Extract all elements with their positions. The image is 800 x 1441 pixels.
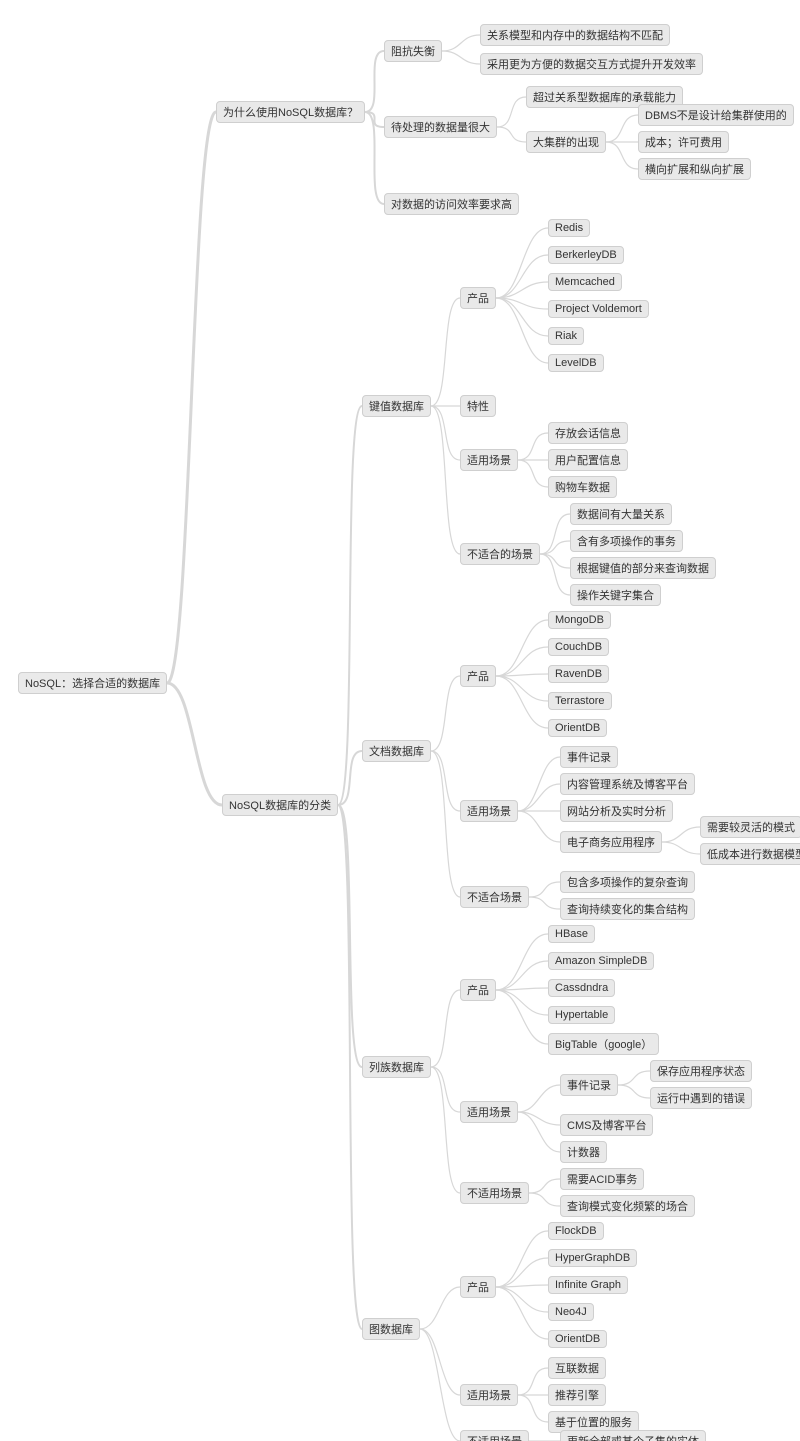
node-connected-data[interactable]: 互联数据 — [548, 1357, 606, 1379]
node-low-cost-model[interactable]: 低成本进行数据模型 — [700, 843, 800, 865]
node-kv-not-fit[interactable]: 不适合的场景 — [460, 543, 540, 565]
mindmap-canvas: NoSQL：选择合适的数据库 为什么使用NoSQL数据库？ 阻抗失衡 关系模型和… — [0, 0, 800, 1441]
node-infinite-graph[interactable]: Infinite Graph — [548, 1276, 628, 1294]
node-user-config[interactable]: 用户配置信息 — [548, 449, 628, 471]
node-impedance-mismatch[interactable]: 阻抗失衡 — [384, 40, 442, 62]
node-many-relations[interactable]: 数据间有大量关系 — [570, 503, 672, 525]
node-leveldb[interactable]: LevelDB — [548, 354, 604, 372]
node-doc-products[interactable]: 产品 — [460, 665, 496, 687]
node-doc-not-fit[interactable]: 不适合场景 — [460, 886, 529, 908]
node-kv-products[interactable]: 产品 — [460, 287, 496, 309]
node-kv-traits[interactable]: 特性 — [460, 395, 496, 417]
node-orientdb-doc[interactable]: OrientDB — [548, 719, 607, 737]
node-graph-products[interactable]: 产品 — [460, 1276, 496, 1298]
node-terrastore[interactable]: Terrastore — [548, 692, 612, 710]
node-neo4j[interactable]: Neo4J — [548, 1303, 594, 1321]
node-col-usecases[interactable]: 适用场景 — [460, 1101, 518, 1123]
node-key-set-ops[interactable]: 操作关键字集合 — [570, 584, 661, 606]
node-flockdb[interactable]: FlockDB — [548, 1222, 604, 1240]
node-update-all-subset[interactable]: 更新全部或某个子集的实体 — [560, 1430, 706, 1441]
node-cluster[interactable]: 大集群的出现 — [526, 131, 606, 153]
node-cart-data[interactable]: 购物车数据 — [548, 476, 617, 498]
mindmap-links — [0, 0, 800, 1441]
node-orientdb-graph[interactable]: OrientDB — [548, 1330, 607, 1348]
node-hypertable[interactable]: Hypertable — [548, 1006, 615, 1024]
node-riak[interactable]: Riak — [548, 327, 584, 345]
node-nosql-categories[interactable]: NoSQL数据库的分类 — [222, 794, 338, 816]
node-hypergraphdb[interactable]: HyperGraphDB — [548, 1249, 637, 1267]
node-complex-multi-query[interactable]: 包含多项操作的复杂查询 — [560, 871, 695, 893]
node-graph-not-fit[interactable]: 不适用场景 — [460, 1430, 529, 1441]
node-large-volume[interactable]: 待处理的数据量很大 — [384, 116, 497, 138]
node-graph-usecases[interactable]: 适用场景 — [460, 1384, 518, 1406]
node-cms-blog[interactable]: 内容管理系统及博客平台 — [560, 773, 695, 795]
node-dbms-not-cluster[interactable]: DBMS不是设计给集群使用的 — [638, 104, 794, 126]
node-mongodb[interactable]: MongoDB — [548, 611, 611, 629]
node-scale-out-up[interactable]: 横向扩展和纵向扩展 — [638, 158, 751, 180]
node-berkeleydb[interactable]: BerkerleyDB — [548, 246, 624, 264]
node-runtime-errors[interactable]: 运行中遇到的错误 — [650, 1087, 752, 1109]
node-keyvalue-db[interactable]: 键值数据库 — [362, 395, 431, 417]
node-why-nosql[interactable]: 为什么使用NoSQL数据库？ — [216, 101, 365, 123]
node-kv-usecases[interactable]: 适用场景 — [460, 449, 518, 471]
node-easier-data-interaction[interactable]: 采用更为方便的数据交互方式提升开发效率 — [480, 53, 703, 75]
node-web-analytics[interactable]: 网站分析及实时分析 — [560, 800, 673, 822]
node-cassandra[interactable]: Cassdndra — [548, 979, 615, 997]
node-access-efficiency[interactable]: 对数据的访问效率要求高 — [384, 193, 519, 215]
node-couchdb[interactable]: CouchDB — [548, 638, 609, 656]
node-graph-db[interactable]: 图数据库 — [362, 1318, 420, 1340]
node-app-state[interactable]: 保存应用程序状态 — [650, 1060, 752, 1082]
node-cost-license[interactable]: 成本；许可费用 — [638, 131, 729, 153]
node-session-data[interactable]: 存放会话信息 — [548, 422, 628, 444]
node-hbase[interactable]: HBase — [548, 925, 595, 943]
node-cms-blog-col[interactable]: CMS及博客平台 — [560, 1114, 653, 1136]
node-document-db[interactable]: 文档数据库 — [362, 740, 431, 762]
node-recommend[interactable]: 推荐引擎 — [548, 1384, 606, 1406]
node-bigtable[interactable]: BigTable（google） — [548, 1033, 659, 1055]
node-col-products[interactable]: 产品 — [460, 979, 496, 1001]
node-simpledb[interactable]: Amazon SimpleDB — [548, 952, 654, 970]
node-doc-usecases[interactable]: 适用场景 — [460, 800, 518, 822]
node-need-acid[interactable]: 需要ACID事务 — [560, 1168, 644, 1190]
node-flexible-schema[interactable]: 需要较灵活的模式 — [700, 816, 800, 838]
node-column-db[interactable]: 列族数据库 — [362, 1056, 431, 1078]
node-multi-op-txn[interactable]: 含有多项操作的事务 — [570, 530, 683, 552]
node-changing-query[interactable]: 查询模式变化频繁的场合 — [560, 1195, 695, 1217]
node-memcached[interactable]: Memcached — [548, 273, 622, 291]
node-redis[interactable]: Redis — [548, 219, 590, 237]
node-col-not-fit[interactable]: 不适用场景 — [460, 1182, 529, 1204]
node-ecommerce[interactable]: 电子商务应用程序 — [560, 831, 662, 853]
node-counter[interactable]: 计数器 — [560, 1141, 607, 1163]
node-changing-collection[interactable]: 查询持续变化的集合结构 — [560, 898, 695, 920]
node-ravendb[interactable]: RavenDB — [548, 665, 609, 683]
node-relational-memory-mismatch[interactable]: 关系模型和内存中的数据结构不匹配 — [480, 24, 670, 46]
node-partial-key-query[interactable]: 根据键值的部分来查询数据 — [570, 557, 716, 579]
node-voldemort[interactable]: Project Voldemort — [548, 300, 649, 318]
node-event-log-col[interactable]: 事件记录 — [560, 1074, 618, 1096]
node-root[interactable]: NoSQL：选择合适的数据库 — [18, 672, 167, 694]
node-event-log-doc[interactable]: 事件记录 — [560, 746, 618, 768]
